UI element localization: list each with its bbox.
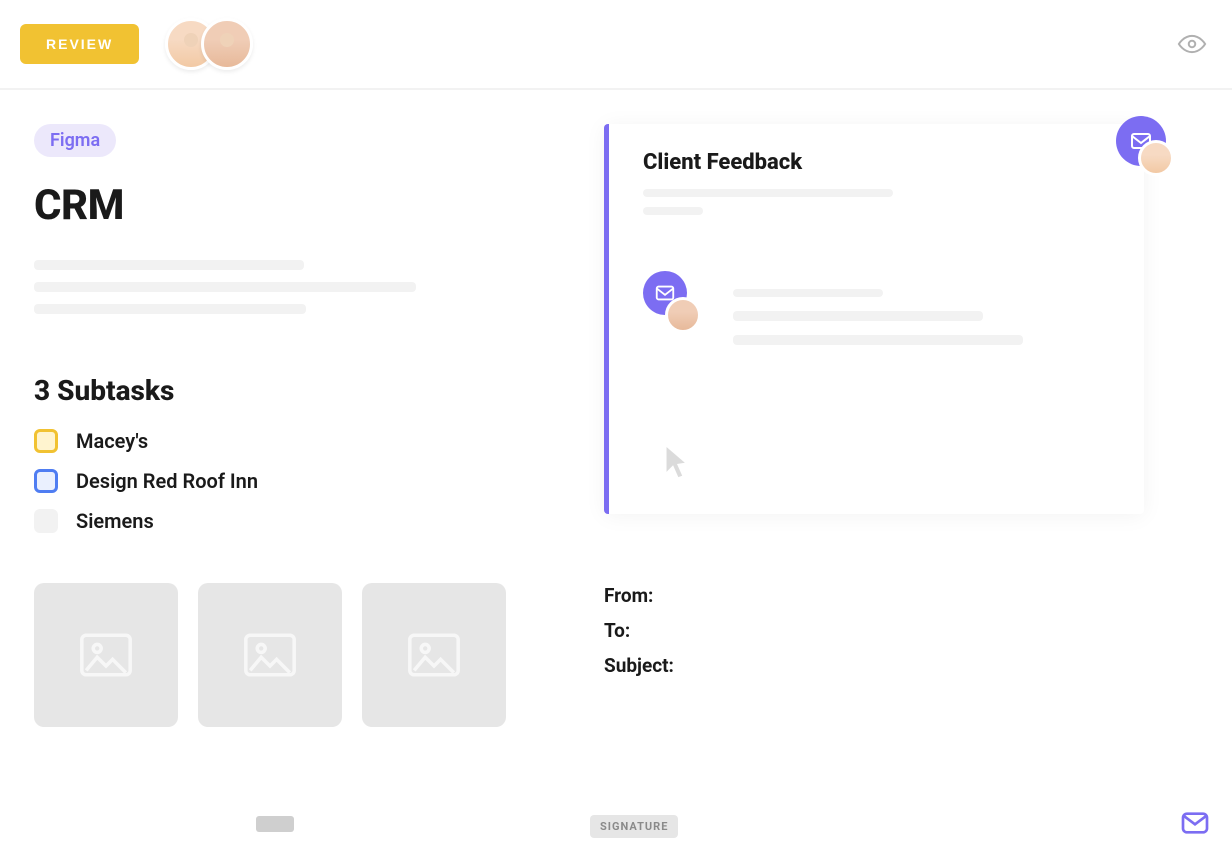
email-compose: From: To: Subject: [604, 584, 1232, 677]
subtask-label: Siemens [76, 509, 154, 533]
text-placeholder [733, 289, 883, 297]
compose-from-label: From: [604, 584, 1232, 607]
description-placeholder [34, 304, 306, 314]
compose-email-button[interactable] [1176, 804, 1214, 842]
description-placeholder [34, 260, 304, 270]
text-placeholder [643, 189, 893, 197]
footer-placeholder [256, 816, 294, 832]
subtask-label: Macey's [76, 429, 148, 453]
attachment-thumbnail[interactable] [362, 583, 506, 727]
feedback-card-title: Client Feedback [643, 150, 1104, 175]
text-placeholder [643, 207, 703, 215]
task-details: Figma CRM 3 Subtasks Macey's Design Red … [34, 124, 554, 727]
compose-to-label: To: [604, 619, 1232, 642]
attachment-thumbnail[interactable] [34, 583, 178, 727]
avatar [665, 297, 701, 333]
client-feedback-card: Client Feedback [604, 124, 1144, 514]
text-placeholder [733, 311, 983, 321]
avatar[interactable] [201, 18, 253, 70]
assignee-avatars[interactable] [165, 18, 253, 70]
text-placeholder [733, 335, 1023, 345]
subtask-checkbox[interactable] [34, 509, 58, 533]
description-placeholder [34, 282, 416, 292]
subtask-item[interactable]: Siemens [34, 509, 554, 533]
header-bar: REVIEW [0, 0, 1232, 88]
feedback-message [643, 271, 1104, 377]
avatar [1138, 140, 1174, 176]
attachment-thumbnail[interactable] [198, 583, 342, 727]
signature-badge[interactable]: SIGNATURE [590, 815, 678, 838]
compose-subject-label: Subject: [604, 654, 1232, 677]
subtask-checkbox[interactable] [34, 429, 58, 453]
attachment-thumbnails [34, 583, 554, 727]
task-title: CRM [34, 181, 554, 230]
pointer-icon [663, 447, 691, 481]
project-chip[interactable]: Figma [34, 124, 116, 157]
subtask-label: Design Red Roof Inn [76, 469, 258, 493]
subtask-item[interactable]: Macey's [34, 429, 554, 453]
watch-icon[interactable] [1172, 24, 1212, 64]
review-button[interactable]: REVIEW [20, 24, 139, 64]
subtasks-heading: 3 Subtasks [34, 374, 554, 407]
subtask-checkbox[interactable] [34, 469, 58, 493]
subtask-item[interactable]: Design Red Roof Inn [34, 469, 554, 493]
email-badge[interactable] [1116, 116, 1166, 166]
